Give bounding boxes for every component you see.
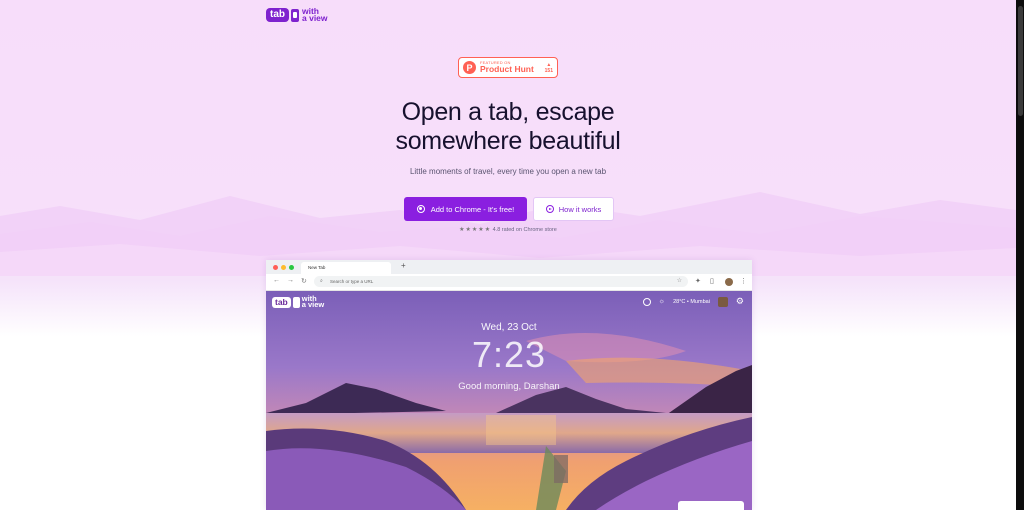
product-hunt-badge[interactable]: P FEATURED ON Product Hunt ▲ 151 (458, 57, 558, 78)
logo-tab-text: tab (266, 8, 289, 22)
preview-logo-tab: tab (272, 296, 291, 308)
reload-icon: ↻ (301, 278, 307, 285)
preview-time: 7:23 (471, 334, 547, 375)
new-tab-icon: + (401, 261, 406, 270)
logo-a-view: a view (302, 13, 328, 23)
forward-icon: → (287, 277, 294, 284)
preview-greeting: Good morning, Darshan (458, 381, 560, 392)
vote-count: 151 (544, 67, 553, 74)
gear-icon: ⚙ (735, 296, 744, 306)
scrollbar[interactable] (1016, 0, 1024, 510)
product-hunt-name: Product Hunt (480, 64, 534, 75)
address-placeholder: Search or type a URL (330, 279, 374, 284)
user-avatar (717, 296, 728, 307)
hero-title-line2: somewhere beautiful (395, 127, 621, 155)
bookmark-star-icon: ☆ (676, 278, 682, 284)
browser-tab-bar: New Tab + (266, 260, 752, 274)
preview-logo-with-text: with a view (301, 295, 325, 309)
preview-card (678, 501, 744, 510)
hero-title: Open a tab, escape somewhere beautiful (0, 98, 1016, 156)
product-hunt-text: FEATURED ON Product Hunt (480, 61, 541, 74)
add-to-chrome-label: Add to Chrome - It's free! (430, 204, 515, 214)
focus-icon (642, 297, 651, 306)
preview-logo-phone-icon (292, 296, 300, 308)
rating-text: 4.8 rated on Chrome store (492, 227, 557, 233)
browser-preview: New Tab + ← → ↻ ⌕ Search or type a URL ☆… (266, 260, 752, 510)
rating: ★★★★★ 4.8 rated on Chrome store (0, 226, 1016, 233)
hero-subtitle: Little moments of travel, every time you… (409, 167, 607, 176)
logo-phone-icon (291, 8, 299, 22)
product-hunt-votes: ▲ 151 (545, 62, 553, 74)
profile-avatar (725, 278, 733, 286)
browser-toolbar: ← → ↻ ⌕ Search or type a URL ☆ ✦ ▯ ⋮ (266, 274, 752, 291)
chrome-icon (416, 205, 425, 213)
weather-text: 28°C • Mumbai (673, 298, 710, 305)
how-it-works-label: How it works (558, 204, 602, 214)
maximize-dot-icon (289, 265, 294, 270)
address-bar: ⌕ Search or type a URL ☆ (314, 276, 688, 287)
sun-icon: ☼ (658, 298, 666, 305)
browser-tab: New Tab (301, 262, 391, 274)
add-to-chrome-button[interactable]: Add to Chrome - It's free! (404, 197, 527, 221)
how-it-works-button[interactable]: How it works (533, 197, 614, 221)
hero-title-line1: Open a tab, escape (401, 98, 615, 126)
new-tab-scene: tab with a view ☼ 28°C • Mumbai ⚙ Wed, 2… (266, 291, 752, 510)
rating-stars-icon: ★★★★★ (459, 227, 492, 233)
close-dot-icon (273, 265, 278, 270)
scrollbar-thumb[interactable] (1018, 6, 1023, 116)
preview-top-right: ☼ 28°C • Mumbai ⚙ (642, 296, 744, 307)
extensions-icon: ✦ (695, 278, 701, 285)
preview-logo: tab with a view (272, 295, 325, 309)
preview-logo-a-view: a view (301, 300, 325, 309)
site-logo[interactable]: tab with a view (266, 7, 328, 23)
product-hunt-icon: P (463, 61, 476, 74)
menu-dots-icon: ⋮ (740, 278, 747, 285)
play-icon (545, 205, 554, 213)
logo-with-text: with a view (302, 7, 328, 23)
sidebar-icon: ▯ (710, 278, 714, 285)
search-icon: ⌕ (320, 278, 323, 284)
preview-date: Wed, 23 Oct (481, 322, 537, 333)
back-icon: ← (273, 277, 280, 284)
minimize-dot-icon (281, 265, 286, 270)
window-controls (273, 265, 294, 270)
